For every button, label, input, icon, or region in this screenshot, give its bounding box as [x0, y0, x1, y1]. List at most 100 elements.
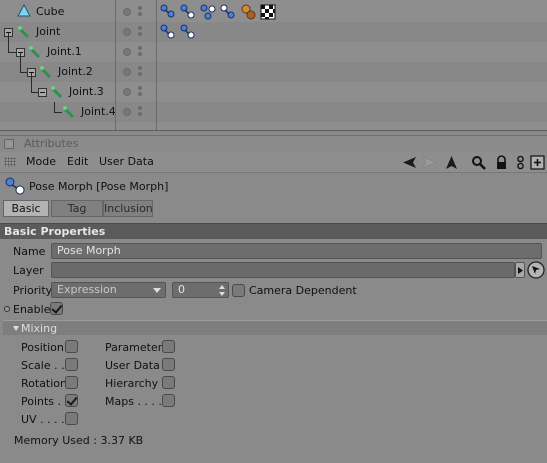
mixing-user-data-label: User Data: [105, 359, 160, 372]
pose-morph-tag-icon[interactable]: [180, 24, 196, 40]
mixing-rotation-checkbox[interactable]: [65, 376, 78, 389]
arrow-right-icon[interactable]: [422, 155, 437, 170]
chevron-down-icon: [153, 288, 161, 293]
object-title-bar: Pose Morph [Pose Morph]: [0, 175, 547, 197]
memory-used-label: Memory Used : 3.37 KB: [14, 434, 144, 447]
object-name: Cube: [36, 5, 65, 18]
arrow-up-icon[interactable]: [444, 155, 459, 170]
menu-mode[interactable]: Mode: [26, 155, 56, 168]
section-title: Basic Properties: [4, 225, 106, 238]
camera-dependent-label: Camera Dependent: [249, 284, 357, 297]
mixing-scale-checkbox[interactable]: [65, 358, 78, 371]
stepper-arrows-icon[interactable]: [219, 285, 225, 296]
layer-dot[interactable]: [123, 68, 131, 76]
joint-icon: [62, 106, 75, 119]
object-row-joint-2[interactable]: Joint.2: [0, 62, 547, 82]
grip-icon[interactable]: [4, 157, 16, 167]
object-name: Joint: [36, 25, 61, 38]
material-spheres-tag-icon[interactable]: [240, 4, 256, 20]
mixing-parameters-checkbox[interactable]: [162, 340, 175, 353]
object-name: Joint.2: [58, 65, 93, 78]
tree-line: [54, 102, 55, 112]
visibility-dots-icon[interactable]: [138, 106, 142, 118]
menu-edit[interactable]: Edit: [67, 155, 88, 168]
enable-label: Enable: [13, 303, 51, 316]
new-panel-icon[interactable]: [530, 155, 545, 170]
object-row-joint-3[interactable]: Joint.3: [0, 82, 547, 102]
object-name: Joint.4: [81, 105, 116, 118]
layer-field[interactable]: [51, 262, 515, 278]
panel-checkbox[interactable]: [4, 139, 14, 149]
layer-dot[interactable]: [123, 108, 131, 116]
mixing-maps-checkbox[interactable]: [162, 394, 175, 407]
layer-label: Layer: [13, 264, 44, 277]
priority-number-field[interactable]: 0: [172, 282, 229, 298]
priority-dropdown[interactable]: Expression: [51, 282, 166, 298]
arrow-left-icon[interactable]: [402, 155, 417, 170]
search-icon[interactable]: [471, 155, 486, 170]
mixing-maps-label: Maps . . . .: [105, 395, 162, 408]
section-header: Basic Properties: [0, 223, 547, 239]
enable-checkbox[interactable]: [50, 302, 63, 315]
layer-dot[interactable]: [123, 88, 131, 96]
pose-morph-tag-icon[interactable]: [200, 4, 216, 20]
mixing-uv-checkbox[interactable]: [65, 412, 78, 425]
checker-texture-tag-icon[interactable]: [260, 4, 276, 20]
panel-title: Attributes: [24, 137, 79, 150]
link-icon[interactable]: [513, 155, 528, 170]
animation-key-icon[interactable]: [4, 306, 10, 312]
pose-morph-tag-icon[interactable]: [220, 4, 236, 20]
pick-arrow-icon[interactable]: [527, 261, 545, 279]
tree-line: [31, 92, 38, 93]
pose-morph-tag-icon[interactable]: [160, 4, 176, 20]
lock-icon[interactable]: [494, 155, 509, 170]
priority-number: 0: [178, 283, 185, 296]
priority-value: Expression: [57, 283, 117, 296]
object-title: Pose Morph [Pose Morph]: [29, 180, 169, 193]
cube-icon: [17, 4, 31, 17]
joint-icon: [39, 66, 52, 79]
object-name: Joint.3: [69, 85, 104, 98]
visibility-dots-icon[interactable]: [138, 26, 142, 38]
object-row-joint-1[interactable]: Joint.1: [0, 42, 547, 62]
column-divider[interactable]: [115, 0, 116, 130]
camera-dependent-checkbox[interactable]: [232, 284, 245, 297]
tree-line: [8, 52, 16, 53]
layer-menu-button[interactable]: [515, 262, 525, 278]
collapse-icon[interactable]: [38, 88, 47, 97]
tab-tag[interactable]: Tag: [51, 200, 103, 217]
name-label: Name: [13, 245, 46, 258]
mixing-position-checkbox[interactable]: [65, 340, 78, 353]
visibility-dots-icon[interactable]: [138, 6, 142, 18]
object-row-joint-4[interactable]: Joint.4: [0, 102, 547, 122]
mixing-group-header[interactable]: Mixing: [3, 320, 547, 335]
mixing-user-data-checkbox[interactable]: [162, 358, 175, 371]
name-field[interactable]: Pose Morph: [51, 243, 542, 259]
attributes-panel-header: Attributes: [0, 135, 547, 152]
mixing-uv-label: UV . . . .: [21, 413, 65, 426]
tab-inclusion[interactable]: Inclusion: [103, 200, 153, 217]
visibility-dots-icon[interactable]: [138, 46, 142, 58]
layer-dot[interactable]: [123, 28, 131, 36]
tree-line: [31, 73, 32, 93]
visibility-dots-icon[interactable]: [138, 86, 142, 98]
layer-dot[interactable]: [123, 48, 131, 56]
object-row-joint[interactable]: Joint: [0, 22, 547, 42]
column-divider[interactable]: [156, 0, 157, 130]
mixing-hierarchy-label: Hierarchy: [105, 377, 159, 390]
mixing-hierarchy-checkbox[interactable]: [162, 376, 175, 389]
tab-basic[interactable]: Basic: [3, 200, 49, 217]
mixing-position-label: Position: [21, 341, 64, 354]
tree-line: [54, 112, 62, 113]
pose-morph-tag-icon[interactable]: [180, 4, 196, 20]
menu-user-data[interactable]: User Data: [99, 155, 154, 168]
mixing-points-checkbox[interactable]: [65, 394, 78, 407]
pose-morph-tag-icon: [5, 177, 25, 195]
mixing-title: Mixing: [21, 322, 58, 335]
pose-morph-tag-icon[interactable]: [160, 24, 176, 40]
visibility-dots-icon[interactable]: [138, 66, 142, 78]
object-manager: Cube Joint Joint.1 Joint.2 Joint.3 Joint…: [0, 0, 547, 131]
layer-dot[interactable]: [123, 8, 131, 16]
tree-line: [20, 53, 21, 73]
mixing-scale-label: Scale . .: [21, 359, 65, 372]
